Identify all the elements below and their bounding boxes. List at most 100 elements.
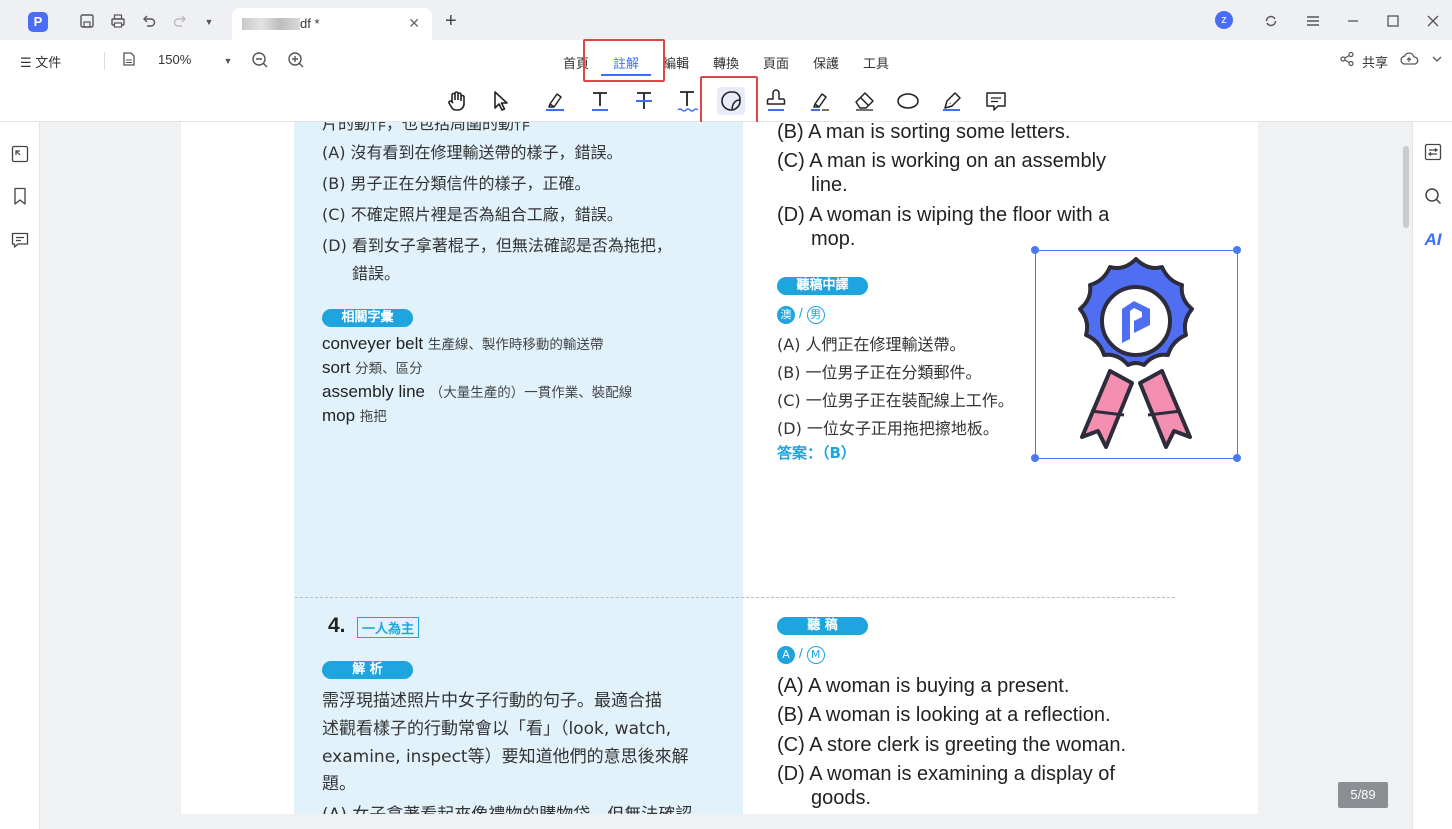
speaker-badge: M bbox=[806, 646, 825, 664]
sync-icon[interactable] bbox=[1262, 13, 1280, 31]
zoom-dropdown-icon[interactable]: ▼ bbox=[219, 52, 237, 70]
zoom-level[interactable]: 150% bbox=[158, 52, 191, 67]
tab-close-icon[interactable]: ✕ bbox=[408, 15, 420, 32]
left-sidebar bbox=[0, 122, 40, 829]
save-icon[interactable] bbox=[78, 13, 96, 31]
vocab-title: 相關字彙 bbox=[322, 309, 413, 327]
text-line: 需浮現描述照片中女子行動的句子。最適合描 bbox=[322, 691, 662, 711]
resize-handle[interactable] bbox=[1233, 454, 1241, 462]
tab-convert[interactable]: 轉換 bbox=[713, 53, 739, 72]
text-line: 片的動作，也包括周圍的動作 bbox=[322, 122, 531, 133]
maximize-icon[interactable] bbox=[1384, 13, 1402, 31]
tab-page[interactable]: 頁面 bbox=[763, 53, 789, 72]
resize-handle[interactable] bbox=[1031, 246, 1039, 254]
document-tab[interactable]: df * ✕ bbox=[232, 8, 432, 40]
text-line: (C) 一位男子正在裝配線上工作。 bbox=[777, 391, 1014, 410]
sticker-annotation[interactable] bbox=[1035, 250, 1238, 459]
page-indicator[interactable]: 5/89 bbox=[1338, 782, 1388, 808]
properties-icon[interactable] bbox=[1423, 142, 1443, 162]
text-line: (C) 不確定照片裡是否為組合工廠，錯誤。 bbox=[322, 205, 623, 224]
title-bar: P ▼ df * ✕ + z bbox=[0, 0, 1452, 40]
underline-icon[interactable] bbox=[586, 87, 614, 115]
eraser-icon[interactable] bbox=[851, 87, 879, 115]
text-line: (D) 一位女子正用拖把擦地板。 bbox=[777, 419, 999, 438]
text-line: (A) A woman is buying a present. bbox=[777, 675, 1070, 697]
vertical-scrollbar[interactable] bbox=[1403, 146, 1409, 228]
speaker-tags: A / M bbox=[777, 645, 825, 664]
ellipse-icon[interactable] bbox=[894, 87, 922, 115]
text-line: (C) A man is working on an assembly bbox=[777, 150, 1107, 172]
thumbnail-icon[interactable] bbox=[10, 144, 30, 164]
vocab-item: conveyer belt 生產線、製作時移動的輸送帶 bbox=[322, 334, 604, 353]
text-line: mop. bbox=[811, 228, 856, 250]
annotate-tab-highlight bbox=[583, 39, 665, 82]
speaker-badge: 澳 bbox=[777, 306, 795, 324]
award-badge-icon bbox=[1078, 257, 1194, 449]
zoom-in-icon[interactable] bbox=[287, 51, 305, 69]
question-number: 4. bbox=[328, 614, 346, 637]
hand-icon[interactable] bbox=[443, 87, 471, 115]
speaker-badge: A bbox=[777, 646, 795, 664]
text-line: (B) A man is sorting some letters. bbox=[777, 122, 1071, 143]
vocab-item: mop 拖把 bbox=[322, 406, 387, 425]
app-logo-icon: P bbox=[28, 12, 48, 32]
area-highlight-icon[interactable] bbox=[806, 87, 834, 115]
divider bbox=[104, 52, 105, 70]
cloud-upload-icon[interactable] bbox=[1398, 51, 1420, 69]
text-line: (C) A store clerk is greeting the woman. bbox=[777, 734, 1127, 756]
text-line: (B) A woman is looking at a reflection. bbox=[777, 704, 1111, 726]
redo-icon[interactable] bbox=[171, 13, 189, 31]
text-line: 述觀看樣子的行動常會以「看」（look, watch, bbox=[322, 719, 672, 739]
tab-protect[interactable]: 保護 bbox=[813, 53, 839, 72]
highlight-icon[interactable] bbox=[541, 87, 569, 115]
text-box-icon[interactable] bbox=[982, 87, 1010, 115]
zoom-out-icon[interactable] bbox=[251, 51, 269, 69]
strikethrough-icon[interactable] bbox=[630, 87, 658, 115]
right-sidebar: AI bbox=[1412, 122, 1452, 829]
hamburger-icon: ☰ bbox=[20, 55, 36, 70]
vocab-item: assembly line （大量生產的）一貫作業、裝配線 bbox=[322, 382, 633, 401]
text-line: (D) A woman is wiping the floor with a bbox=[777, 204, 1110, 226]
more-options-icon[interactable] bbox=[1428, 52, 1446, 70]
text-line: (A) 人們正在修理輸送帶。 bbox=[777, 335, 966, 354]
blurred-filename bbox=[242, 18, 300, 30]
resize-handle[interactable] bbox=[1233, 246, 1241, 254]
comment-list-icon[interactable] bbox=[10, 230, 30, 250]
text-line: 錯誤。 bbox=[352, 264, 401, 283]
bookmark-icon[interactable] bbox=[10, 186, 30, 206]
translation-title: 聽稿中譯 bbox=[777, 277, 868, 295]
text-line: (D) 看到女子拿著棍子，但無法確認是否為拖把， bbox=[322, 236, 672, 255]
new-tab-icon[interactable]: + bbox=[445, 10, 457, 33]
resize-handle[interactable] bbox=[1031, 454, 1039, 462]
window-close-icon[interactable] bbox=[1424, 13, 1442, 31]
share-icon[interactable] bbox=[1338, 51, 1356, 69]
document-page: 片的動作，也包括周圍的動作 (A) 沒有看到在修理輸送帶的樣子，錯誤。 (B) … bbox=[181, 122, 1258, 814]
print-icon[interactable] bbox=[109, 13, 127, 31]
sticker-tool-highlight bbox=[700, 76, 758, 124]
squiggly-icon[interactable] bbox=[673, 87, 701, 115]
speaker-badge: 男 bbox=[806, 306, 825, 324]
menu-icon[interactable] bbox=[1304, 13, 1322, 31]
pen-icon[interactable] bbox=[938, 87, 966, 115]
vocab-item: sort 分類、區分 bbox=[322, 358, 423, 377]
tab-edit[interactable]: 編輯 bbox=[663, 53, 689, 72]
quick-access-dropdown-icon[interactable]: ▼ bbox=[200, 13, 218, 31]
tab-title: df * bbox=[300, 16, 320, 31]
undo-icon[interactable] bbox=[140, 13, 158, 31]
text-line: 題。 bbox=[322, 774, 356, 794]
page-view-icon[interactable] bbox=[120, 51, 138, 69]
share-label[interactable]: 共享 bbox=[1362, 52, 1388, 71]
stamp-icon[interactable] bbox=[762, 87, 790, 115]
tab-tools[interactable]: 工具 bbox=[863, 53, 889, 72]
avatar[interactable]: z bbox=[1215, 11, 1233, 29]
text-line: examine, inspect等）要知道他們的意思後來解 bbox=[322, 747, 689, 767]
section-divider bbox=[295, 597, 1175, 598]
text-line: (B) 一位男子正在分類郵件。 bbox=[777, 363, 982, 382]
search-icon[interactable] bbox=[1423, 186, 1443, 206]
file-menu-label: 文件 bbox=[35, 55, 62, 70]
minimize-icon[interactable] bbox=[1344, 13, 1362, 31]
ai-assistant-icon[interactable]: AI bbox=[1423, 230, 1443, 250]
file-menu[interactable]: ☰ 文件 bbox=[20, 52, 61, 71]
select-cursor-icon[interactable] bbox=[487, 87, 515, 115]
text-line: (A) 沒有看到在修理輸送帶的樣子，錯誤。 bbox=[322, 143, 623, 162]
